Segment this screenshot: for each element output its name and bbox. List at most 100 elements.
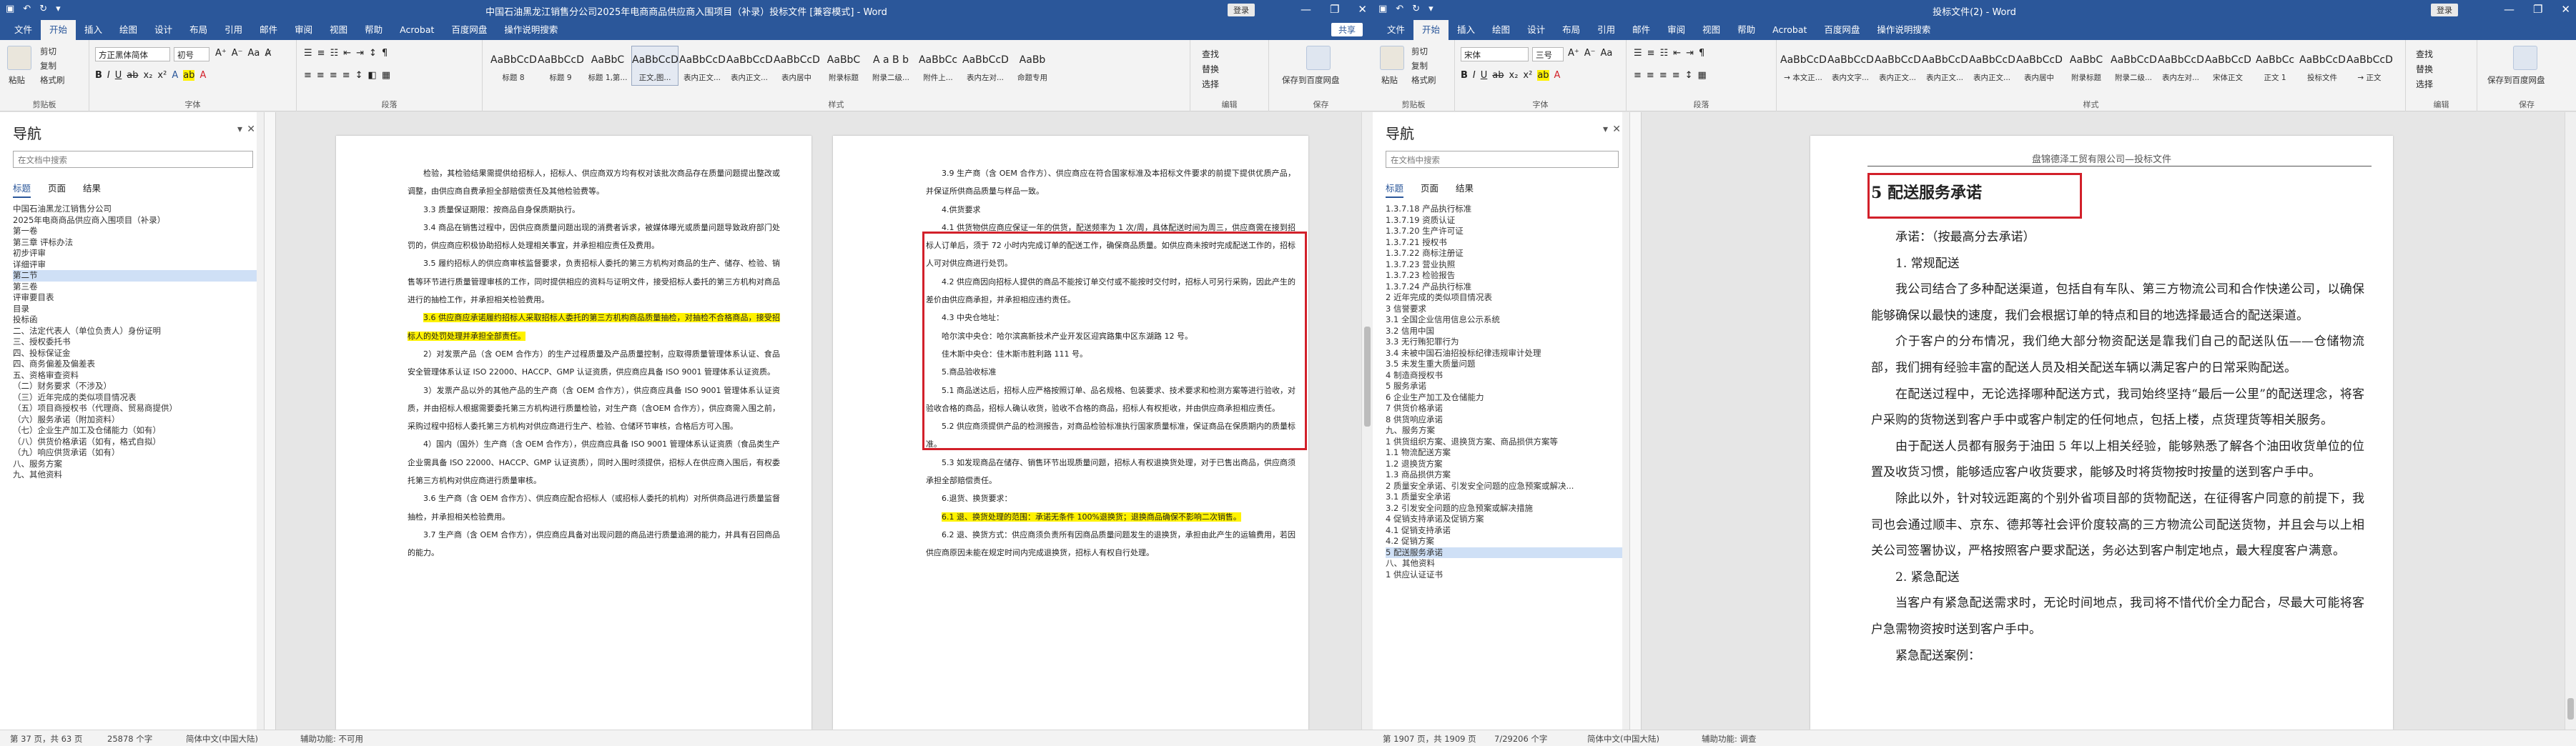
nav-heading-item[interactable]: （七）企业生产加工及仓储能力（如有） [13,425,257,437]
select-button[interactable]: 选择 [2416,77,2433,92]
tab-home[interactable]: 开始 [1413,20,1449,40]
login-button[interactable]: 登录 [2431,4,2458,16]
nav-heading-item[interactable]: 投标函 [13,314,257,326]
nav-heading-item[interactable]: 4.1 促销支持承诺 [1386,525,1622,537]
save-to-netdisk-button[interactable]: 保存到百度网盘 [1282,74,1340,86]
nav-heading-item[interactable]: 3 信誉要求 [1386,304,1622,315]
nav-heading-item[interactable]: 5 配送服务承诺 [1386,547,1622,558]
nav-heading-item[interactable]: （五）项目商授权书（代理商、贸易商提供） [13,403,257,414]
nav-close-icon[interactable]: ✕ [1612,124,1621,135]
increase-indent-icon[interactable]: ⇥ [1686,48,1694,59]
nav-heading-item[interactable]: （六）服务承诺（附加资料） [13,414,257,426]
nav-heading-item[interactable]: 四、投标保证金 [13,348,257,359]
nav-heading-item[interactable]: 1.3.7.24 产品执行标准 [1386,282,1622,293]
style-8[interactable]: AaBbCcDd 表内左对... [2157,46,2204,86]
align-center-icon[interactable]: ≡ [1647,70,1654,81]
baidu-save-icon[interactable] [1306,46,1331,70]
paste-icon[interactable] [1380,46,1404,70]
find-button[interactable]: 查找 [1202,47,1219,62]
font-name-select[interactable]: 宋体 [1461,47,1529,61]
line-spacing-icon[interactable]: ↕ [355,70,363,81]
nav-heading-item[interactable]: 目录 [13,304,257,315]
italic-icon[interactable]: I [1473,70,1476,81]
tab-view[interactable]: 视图 [1694,20,1729,40]
nav-heading-item[interactable]: 1.3.7.20 生产许可证 [1386,226,1622,237]
underline-icon[interactable]: U [1481,70,1488,81]
highlight-icon[interactable]: ab [1537,70,1549,81]
font-color-icon[interactable]: A [1554,70,1561,81]
style-7[interactable]: AaBbCcD 附录二级... [2110,46,2157,86]
tab-view[interactable]: 视图 [321,20,356,40]
nav-heading-item[interactable]: 四、商务偏差及偏差表 [13,359,257,370]
numbering-icon[interactable]: ≡ [317,48,325,59]
nav-tab-headings[interactable]: 标题 [13,181,31,198]
nav-heading-item[interactable]: 2 质量安全承诺、引发安全问题的应急预案或解决... [1386,481,1622,492]
style-12[interactable]: AaBbCcD → 正文 [2346,46,2393,86]
shrink-font-icon[interactable]: A⁻ [232,48,243,59]
nav-heading-item[interactable]: 九、其他资料 [13,469,257,481]
tab-mailings[interactable]: 邮件 [251,20,286,40]
tab-home[interactable]: 开始 [41,20,77,40]
align-left-icon[interactable]: ≡ [304,70,312,81]
paste-button[interactable]: 粘贴 [1381,74,1398,86]
tab-acrobat[interactable]: Acrobat [391,20,443,40]
page-count[interactable]: 第 37 页，共 63 页 [10,733,82,745]
word-count[interactable]: 25878 个字 [107,733,152,745]
style-3[interactable]: AaBbCcD 正文,图... [631,46,678,86]
multilevel-icon[interactable]: ☷ [330,48,339,59]
scrollbar-thumb[interactable] [2567,698,2574,720]
line-spacing-icon[interactable]: ↕ [1685,70,1693,81]
nav-heading-item[interactable]: 2025年电商商品供应商入围项目（补录） [13,215,257,227]
nav-heading-item[interactable]: 3.2 信用中国 [1386,326,1622,337]
nav-heading-item[interactable]: 详细评审 [13,259,257,271]
strikethrough-icon[interactable]: ab [127,70,138,81]
font-color-icon[interactable]: A [199,70,206,81]
nav-heading-item[interactable]: 8 供货响应承诺 [1386,414,1622,426]
nav-heading-item[interactable]: 3.1 全国企业信用信息公示系统 [1386,314,1622,326]
nav-heading-item[interactable]: 1.3.7.21 授权书 [1386,237,1622,249]
tab-design[interactable]: 设计 [146,20,181,40]
paste-button[interactable]: 粘贴 [9,74,25,86]
style-11[interactable]: AaBbCcDd 投标文件 [2299,46,2346,86]
tell-me-search[interactable]: 操作说明搜索 [495,20,566,40]
nav-close-icon[interactable]: ✕ [247,124,255,135]
style-0[interactable]: AaBbCcDd → 本文正... [1780,46,1827,86]
nav-search-input[interactable]: 在文档中搜索 [13,151,253,168]
nav-tab-pages[interactable]: 页面 [48,181,66,198]
nav-heading-item[interactable]: 1.3.7.19 资质认证 [1386,215,1622,227]
replace-button[interactable]: 替换 [1202,62,1219,77]
style-2[interactable]: AaBbCcDd 表内正文... [1874,46,1921,86]
nav-heading-item[interactable]: 1.3.7.23 检验报告 [1386,270,1622,282]
nav-heading-item[interactable]: 3.3 无行贿犯罪行为 [1386,337,1622,348]
style-2[interactable]: AaBbC 标题 1,第... [584,46,631,86]
restore-icon[interactable]: ❐ [1330,3,1339,16]
text-effects-icon[interactable]: A [172,70,178,81]
page-count[interactable]: 第 1907 页，共 1909 页 [1383,733,1476,745]
language[interactable]: 简体中文(中国大陆) [1587,733,1659,745]
nav-heading-item[interactable]: 五、资格审查资料 [13,370,257,382]
cut-button[interactable]: 剪切 [1411,46,1428,57]
minimize-icon[interactable]: — [2504,3,2515,16]
nav-heading-item[interactable]: 1.3.7.22 商标注册证 [1386,248,1622,259]
tab-review[interactable]: 审阅 [286,20,321,40]
increase-indent-icon[interactable]: ⇥ [356,48,364,59]
nav-heading-item[interactable]: 评审要目表 [13,292,257,304]
language[interactable]: 简体中文(中国大陆) [186,733,258,745]
style-3[interactable]: AaBbCcDd 表内正文... [1921,46,1968,86]
accessibility-status[interactable]: 辅助功能: 不可用 [300,733,363,745]
style-1[interactable]: AaBbCcDd 标题 9 [537,46,584,86]
nav-heading-item[interactable]: 第二节 [13,270,257,282]
font-size-select[interactable]: 初号 [174,47,209,61]
tab-references[interactable]: 引用 [216,20,251,40]
nav-heading-item[interactable]: 3.4 未被中国石油招投标纪律违规审计处理 [1386,348,1622,359]
accessibility-status[interactable]: 辅助功能: 调查 [1702,733,1757,745]
justify-icon[interactable]: ≡ [1672,70,1680,81]
tab-review[interactable]: 审阅 [1659,20,1694,40]
bold-icon[interactable]: B [95,70,102,81]
nav-heading-item[interactable]: 1.1 物流配送方案 [1386,447,1622,459]
tab-design[interactable]: 设计 [1519,20,1554,40]
nav-scrollbar[interactable] [1622,112,1629,730]
nav-options-icon[interactable]: ▾ [237,124,242,135]
tab-layout[interactable]: 布局 [181,20,216,40]
restore-icon[interactable]: ❐ [2533,3,2542,16]
